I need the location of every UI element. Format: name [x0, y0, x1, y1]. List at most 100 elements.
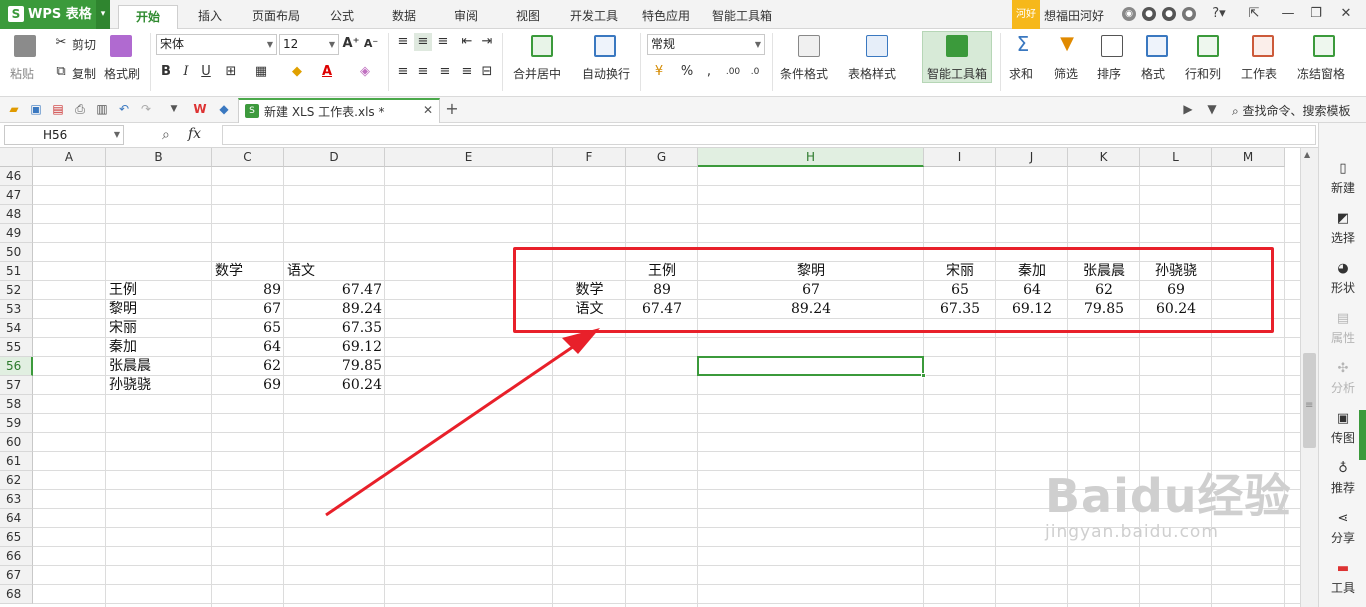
redo-icon[interactable]: ↷ [138, 101, 154, 117]
cell-d53[interactable]: 89.24 [287, 300, 382, 319]
row-col-button[interactable]: 行和列 [1185, 65, 1221, 82]
wps-app-menu[interactable]: S WPS 表格 ▾ [0, 0, 110, 29]
row-header-67[interactable]: 67 [0, 566, 33, 585]
sidebar-item-analysis[interactable]: ✣ 分析 [1319, 361, 1366, 396]
cut-button[interactable]: 剪切 [72, 36, 96, 53]
cell-c56[interactable]: 62 [215, 357, 281, 376]
underline-icon[interactable]: U [197, 63, 215, 81]
cell-b54[interactable]: 宋丽 [109, 319, 209, 338]
merge-center-button[interactable]: 合并居中 [513, 65, 561, 82]
align-middle-icon[interactable]: ≡ [414, 33, 432, 51]
help-circle-icon[interactable]: ● [1162, 7, 1176, 21]
align-top-icon[interactable]: ≡ [394, 33, 412, 51]
sidebar-item-properties[interactable]: ▤ 属性 [1319, 311, 1366, 346]
merge-center-icon[interactable] [531, 35, 553, 57]
conditional-format-icon[interactable] [798, 35, 820, 57]
export-pdf-icon[interactable]: ▤ [50, 101, 66, 117]
cell-b52[interactable]: 王例 [109, 281, 209, 300]
undo-icon[interactable]: ↶ [116, 101, 132, 117]
column-header-b[interactable]: B [106, 148, 212, 167]
sort-button[interactable]: 排序 [1097, 65, 1121, 82]
table-style-icon[interactable] [866, 35, 888, 57]
settings-icon[interactable]: ● [1142, 7, 1156, 21]
row-header-59[interactable]: 59 [0, 414, 33, 433]
wrap-text-icon[interactable] [594, 35, 616, 57]
cell-d56[interactable]: 79.85 [287, 357, 382, 376]
user-badge[interactable]: 河好 [1012, 0, 1040, 29]
justify-icon[interactable]: ≡ [458, 63, 476, 81]
format-painter-button[interactable]: 格式刷 [104, 65, 140, 82]
formula-input[interactable] [222, 125, 1316, 145]
row-header-47[interactable]: 47 [0, 186, 33, 205]
brush-icon[interactable] [110, 35, 132, 57]
print-icon[interactable]: ⎙ [72, 101, 88, 117]
fill-pattern-icon[interactable]: ▦ [252, 63, 270, 81]
row-header-55[interactable]: 55 [0, 338, 33, 357]
percent-icon[interactable]: % [678, 63, 696, 81]
column-header-i[interactable]: I [924, 148, 996, 167]
row-header-62[interactable]: 62 [0, 471, 33, 490]
row-header-57[interactable]: 57 [0, 376, 33, 395]
fill-handle[interactable] [921, 373, 926, 378]
row-header-65[interactable]: 65 [0, 528, 33, 547]
tab-view[interactable]: 视图 [506, 5, 550, 29]
sidebar-item-tools[interactable]: ▬ 工具 [1319, 561, 1366, 596]
cell-d52[interactable]: 67.47 [287, 281, 382, 300]
new-tab-icon[interactable]: + [444, 101, 460, 117]
cell-c55[interactable]: 64 [215, 338, 281, 357]
document-tab[interactable]: S 新建 XLS 工作表.xls * ✕ [238, 98, 440, 123]
font-color-icon[interactable]: A [318, 63, 336, 81]
scroll-up-icon[interactable]: ▲ [1304, 150, 1310, 159]
tab-page-layout[interactable]: 页面布局 [244, 5, 308, 29]
cell-d55[interactable]: 69.12 [287, 338, 382, 357]
tab-smart-toolbox[interactable]: 智能工具箱 [704, 5, 780, 29]
font-size-select[interactable]: 12 ▼ [279, 34, 339, 55]
format-button[interactable]: 格式 [1141, 65, 1165, 82]
cell-b53[interactable]: 黎明 [109, 300, 209, 319]
cell-c57[interactable]: 69 [215, 376, 281, 395]
sidebar-item-new[interactable]: ▯ 新建 [1319, 161, 1366, 196]
video-icon[interactable]: ▶ [1180, 101, 1196, 117]
cell-c53[interactable]: 67 [215, 300, 281, 319]
column-header-e[interactable]: E [385, 148, 553, 167]
copy-button[interactable]: 复制 [72, 65, 96, 82]
cell-b57[interactable]: 孙骁骁 [109, 376, 209, 395]
scissors-icon[interactable]: ✂ [52, 34, 70, 52]
skin-icon[interactable]: ◉ [1122, 7, 1136, 21]
tab-data[interactable]: 数据 [382, 5, 426, 29]
cell-d57[interactable]: 60.24 [287, 376, 382, 395]
align-right-icon[interactable]: ≡ [436, 63, 454, 81]
fx-icon[interactable]: fx [188, 126, 201, 142]
row-header-63[interactable]: 63 [0, 490, 33, 509]
restore-up-icon[interactable]: ⇱ [1244, 5, 1264, 23]
format-icon[interactable] [1146, 35, 1168, 57]
tab-insert[interactable]: 插入 [186, 5, 234, 29]
row-header-64[interactable]: 64 [0, 509, 33, 528]
zoom-search-icon[interactable]: ⌕ [162, 127, 170, 143]
cell-b55[interactable]: 秦加 [109, 338, 209, 357]
column-header-k[interactable]: K [1068, 148, 1140, 167]
align-bottom-icon[interactable]: ≡ [434, 33, 452, 51]
worksheet-button[interactable]: 工作表 [1241, 65, 1277, 82]
font-shrink-icon[interactable]: A⁻ [362, 35, 380, 53]
column-header-h[interactable]: H [698, 148, 924, 167]
tab-features[interactable]: 特色应用 [634, 5, 698, 29]
close-tab-icon[interactable]: ✕ [423, 103, 433, 117]
paste-icon[interactable] [14, 35, 36, 57]
row-header-48[interactable]: 48 [0, 205, 33, 224]
distributed-icon[interactable]: ⊟ [478, 63, 496, 81]
sum-button[interactable]: 求和 [1009, 65, 1033, 82]
tab-home[interactable]: 开始 [118, 5, 178, 29]
freeze-button[interactable]: 冻结窗格 [1297, 65, 1345, 82]
column-header-g[interactable]: G [626, 148, 698, 167]
menu-more-icon[interactable]: ▼ [1204, 101, 1220, 117]
cell-b56[interactable]: 张晨晨 [109, 357, 209, 376]
row-header-68[interactable]: 68 [0, 585, 33, 604]
sidebar-collapse-toggle[interactable] [1359, 410, 1366, 460]
column-header-l[interactable]: L [1140, 148, 1212, 167]
wrap-text-button[interactable]: 自动换行 [582, 65, 630, 82]
row-header-46[interactable]: 46 [0, 167, 33, 186]
minimize-icon[interactable]: — [1278, 5, 1298, 23]
font-name-select[interactable]: 宋体 ▼ [156, 34, 277, 55]
column-header-f[interactable]: F [553, 148, 626, 167]
